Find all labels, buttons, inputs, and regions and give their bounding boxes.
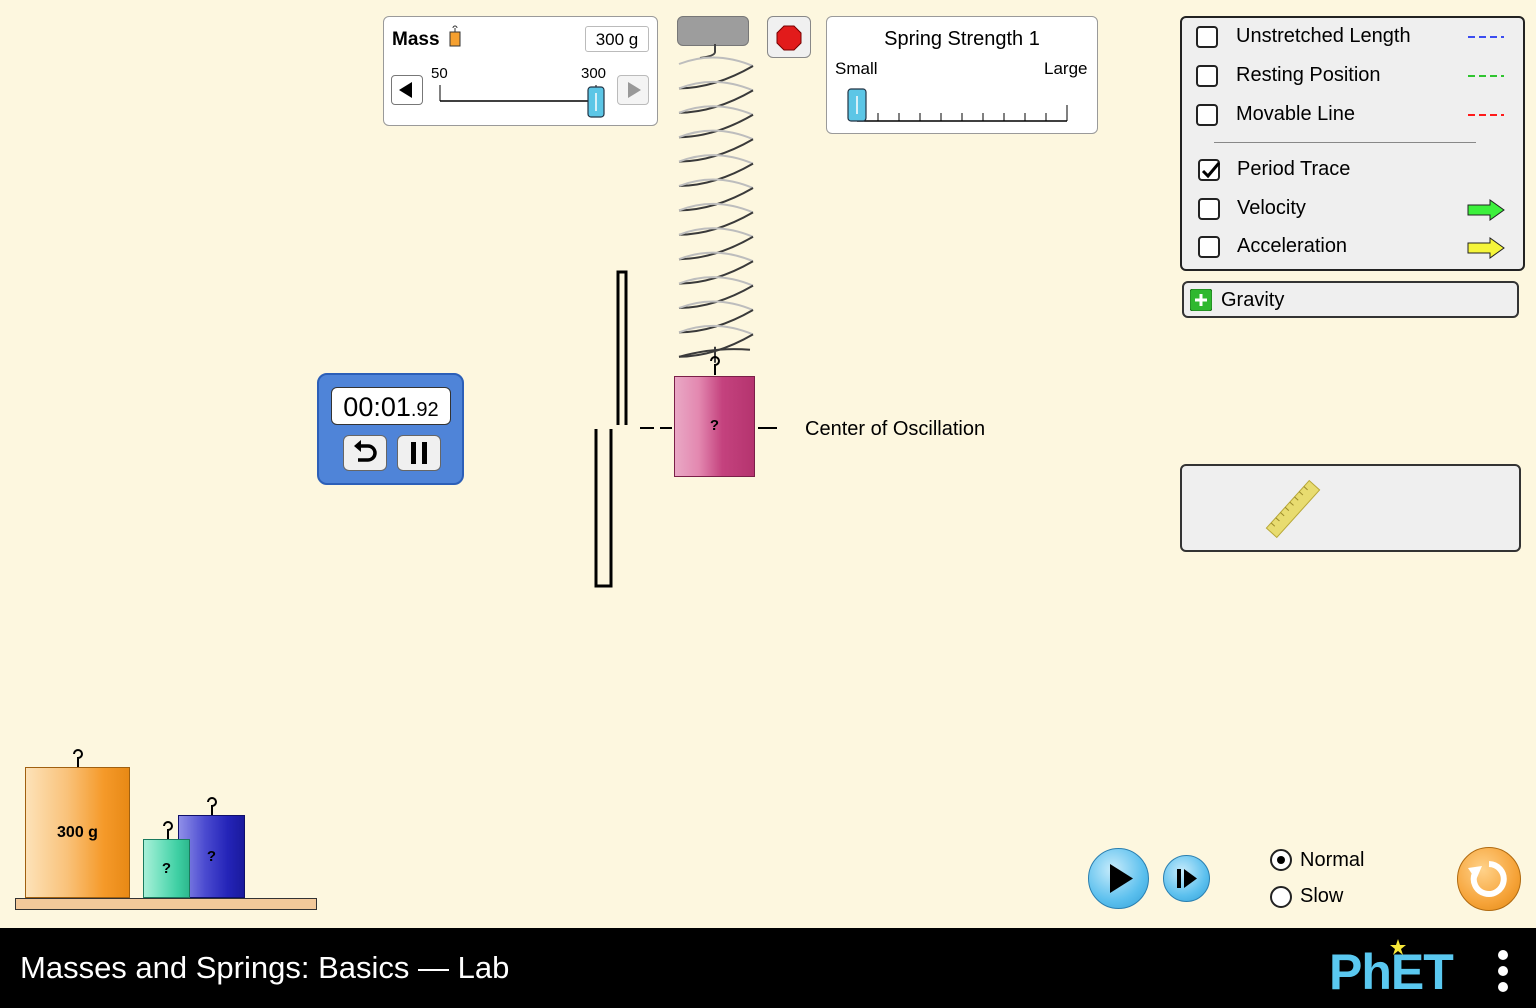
play-button[interactable] [1088,848,1149,909]
phet-logo[interactable]: PhET [1329,939,1489,1000]
unstretched-length-checkbox[interactable] [1196,26,1218,48]
acceleration-label: Acceleration [1237,235,1348,257]
gravity-accordion[interactable]: Gravity [1182,281,1519,318]
mass-300g-label: 300 g [57,824,98,841]
option-movable-line[interactable]: Movable Line [1196,102,1506,130]
arrow-left-icon [399,82,412,98]
spring-strength-slider[interactable] [841,85,1081,127]
blue-dashed-line-icon [1468,36,1504,38]
mystery-mass-teal[interactable]: ? [143,839,190,898]
velocity-label: Velocity [1237,197,1306,219]
speed-slow-label[interactable]: Slow [1300,885,1343,908]
checkmark-icon [1201,162,1221,179]
stopwatch-pause-button[interactable] [397,435,441,471]
mass-control-panel: Mass 300 g 50 300 [383,16,658,126]
mass-slider[interactable] [436,83,606,123]
weight-icon [449,25,461,47]
stopwatch-reset-button[interactable] [343,435,387,471]
speed-slow-radio[interactable] [1270,886,1292,908]
spring-strength-title: Spring Strength 1 [884,28,1040,50]
center-of-oscillation-label: Center of Oscillation [805,418,986,440]
spring-strength-panel: Spring Strength 1 Small Large [826,16,1098,134]
mass-decrease-button[interactable] [391,75,423,105]
velocity-arrow-icon [1467,199,1505,221]
play-icon [1110,864,1133,893]
red-dashed-line-icon [1468,114,1504,116]
navigation-bar: Masses and Springs: Basics — Lab PhET [0,928,1536,1008]
mass-value-readout: 300 g [585,26,649,52]
hanging-mass-hook [710,356,720,375]
option-velocity[interactable]: Velocity [1196,196,1506,224]
stop-sign-icon [776,25,802,51]
mass-min-label: 50 [431,65,448,82]
unstretched-length-label: Unstretched Length [1236,25,1411,47]
center-of-oscillation-line [640,427,777,429]
visibility-options-panel: Unstretched Length Resting Position Mova… [1180,16,1525,271]
acceleration-checkbox[interactable] [1198,236,1220,258]
option-unstretched-length[interactable]: Unstretched Length [1196,24,1506,52]
stopwatch[interactable]: 00:01.92 [317,373,464,485]
mass-max-label: 300 [581,65,607,82]
step-forward-button[interactable] [1163,855,1210,902]
toolbox-panel [1180,464,1521,552]
spring[interactable] [660,44,770,384]
movable-line-checkbox[interactable] [1196,104,1218,126]
more-options-icon[interactable] [1493,948,1513,994]
undo-icon [354,440,377,462]
mass-increase-button[interactable] [617,75,649,105]
mass-title: Mass [392,29,440,50]
acceleration-arrow-icon [1467,237,1505,259]
period-trace [594,270,628,588]
option-acceleration[interactable]: Acceleration [1196,234,1506,262]
ruler-icon[interactable] [1258,474,1328,544]
spring-min-label: Small [835,59,878,78]
reset-all-button[interactable] [1457,847,1521,911]
resting-position-checkbox[interactable] [1196,65,1218,87]
mystery-mass-teal-label: ? [161,860,172,877]
pause-icon [411,442,427,464]
reset-icon [1468,861,1507,897]
options-divider [1214,142,1476,143]
gravity-label: Gravity [1221,289,1285,311]
stopwatch-time-main: 00:01 [343,392,411,422]
period-trace-label: Period Trace [1237,158,1351,180]
spring-ceiling-mount [677,16,749,46]
stopwatch-time-readout: 00:01.92 [331,387,451,425]
step-forward-icon [1177,869,1197,888]
stopwatch-time-fraction: .92 [410,399,439,421]
speed-normal-radio[interactable] [1270,849,1292,871]
stop-spring-button[interactable] [767,16,811,58]
arrow-right-icon [628,82,641,98]
mass-shelf [15,898,317,910]
option-period-trace[interactable]: Period Trace [1196,157,1506,185]
period-trace-checkbox[interactable] [1198,159,1221,181]
movable-line-label: Movable Line [1236,103,1355,125]
option-resting-position[interactable]: Resting Position [1196,63,1506,91]
expand-plus-icon[interactable] [1190,289,1212,311]
speed-normal-label[interactable]: Normal [1300,849,1364,872]
sim-title: Masses and Springs: Basics — Lab [20,950,510,985]
resting-position-label: Resting Position [1236,64,1381,86]
star-icon [1390,939,1406,955]
spring-max-label: Large [1044,59,1088,78]
mass-300g[interactable]: 300 g [25,767,130,898]
velocity-checkbox[interactable] [1198,198,1220,220]
green-dashed-line-icon [1468,75,1504,77]
